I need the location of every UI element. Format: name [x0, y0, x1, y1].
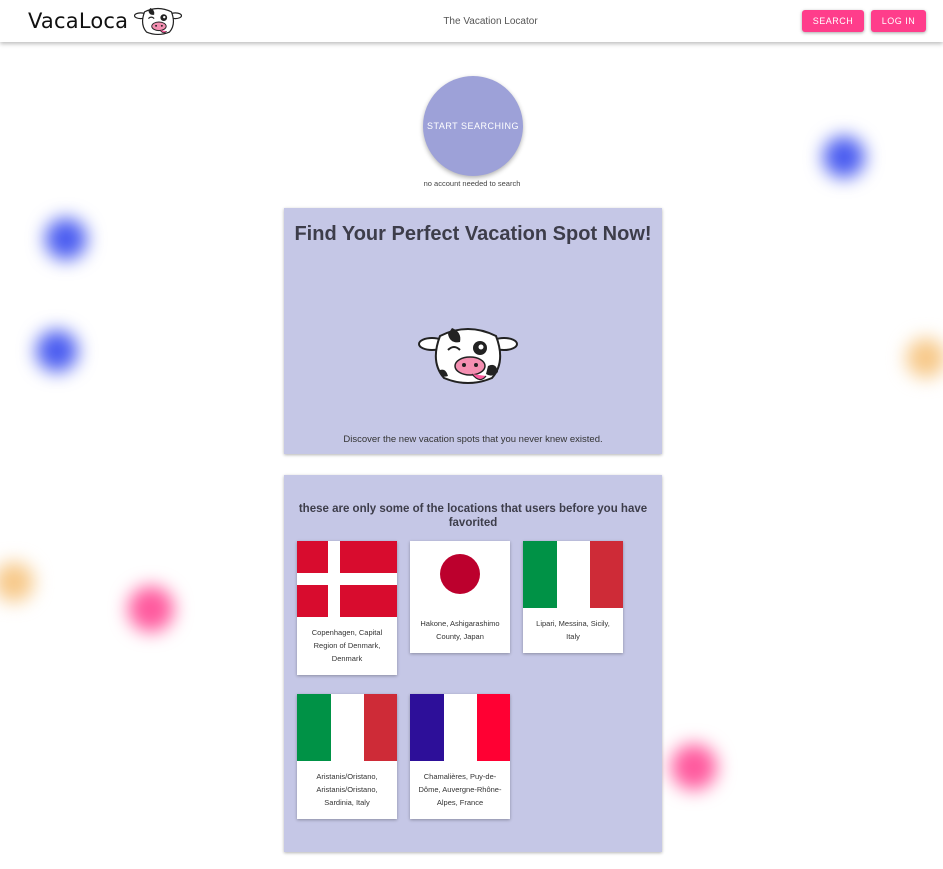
denmark-flag-icon	[297, 541, 397, 617]
top-navbar: VacaLoca The Vacation Locator SEARCH LOG…	[0, 0, 943, 42]
location-label: Hakone, Ashigarashimo County, Japan	[420, 619, 500, 641]
location-label: Lipari, Messina, Sicily, Italy	[536, 619, 610, 641]
favorites-title: these are only some of the locations tha…	[298, 503, 648, 529]
hero-tagline: Discover the new vacation spots that you…	[343, 434, 603, 445]
search-button[interactable]: SEARCH	[802, 10, 864, 32]
italy-flag-icon	[523, 541, 623, 608]
japan-flag-icon	[410, 541, 510, 608]
background-dot	[671, 744, 717, 790]
background-dot	[36, 330, 78, 372]
italy-flag-icon	[297, 694, 397, 761]
cow-mascot-icon	[418, 328, 518, 384]
location-label: Aristanis/Oristano, Aristanis/Oristano, …	[316, 772, 378, 807]
location-card-hakone[interactable]: Hakone, Ashigarashimo County, Japan	[410, 541, 510, 653]
location-card-copenhagen[interactable]: Copenhagen, Capital Region of Denmark, D…	[297, 541, 397, 675]
background-dot	[906, 338, 943, 378]
location-card-chamalieres[interactable]: Chamalières, Puy-de-Dôme, Auvergne-Rhône…	[410, 694, 510, 819]
location-label: Copenhagen, Capital Region of Denmark, D…	[311, 628, 383, 663]
background-dot	[45, 218, 87, 260]
no-account-note: no account needed to search	[423, 179, 521, 188]
background-dot	[823, 136, 865, 178]
hero-title: Find Your Perfect Vacation Spot Now!	[294, 223, 652, 245]
login-button[interactable]: LOG IN	[871, 10, 926, 32]
hero-panel: Find Your Perfect Vacation Spot Now! Dis…	[284, 208, 662, 454]
location-label: Chamalières, Puy-de-Dôme, Auvergne-Rhône…	[418, 772, 502, 807]
location-card-lipari[interactable]: Lipari, Messina, Sicily, Italy	[523, 541, 623, 653]
location-card-aristanis[interactable]: Aristanis/Oristano, Aristanis/Oristano, …	[297, 694, 397, 819]
start-searching-button[interactable]: START SEARCHING	[423, 76, 523, 176]
france-flag-icon	[410, 694, 510, 761]
favorites-panel: these are only some of the locations tha…	[284, 475, 662, 852]
background-dot	[128, 586, 174, 632]
background-dot	[0, 562, 34, 602]
